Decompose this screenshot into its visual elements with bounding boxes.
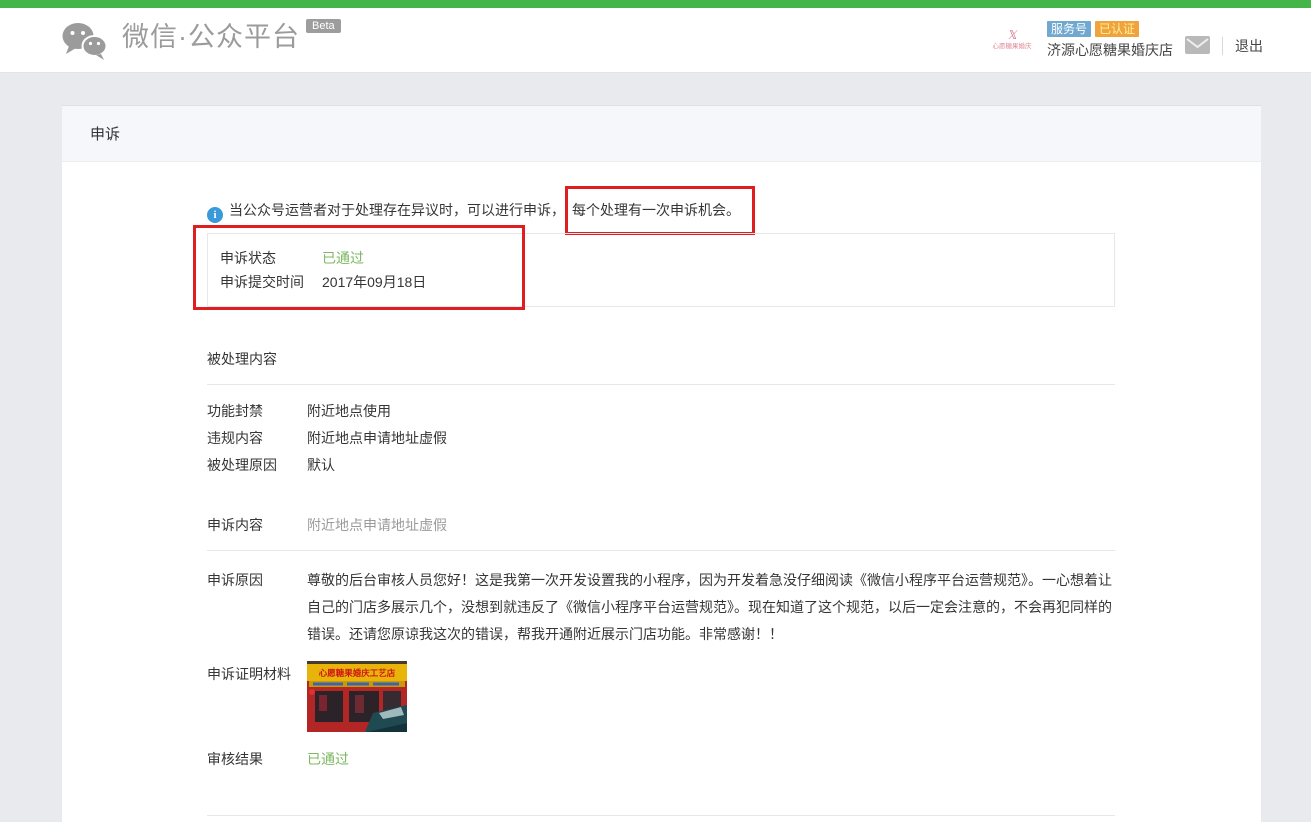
appeal-reason-label: 申诉原因	[207, 572, 263, 588]
appeal-reason-row: 申诉原因 尊敬的后台审核人员您好！这是我第一次开发设置我的小程序，因为开发着急没…	[207, 567, 1115, 648]
processed-row: 功能封禁 附近地点使用	[207, 398, 1115, 425]
appeal-content-row: 申诉内容 附近地点申请地址虚假	[207, 512, 1115, 539]
processed-row: 违规内容 附近地点申请地址虚假	[207, 425, 1115, 452]
processed-section-title: 被处理内容	[207, 351, 277, 367]
status-label: 申诉状态	[220, 250, 276, 266]
mail-icon[interactable]	[1185, 35, 1210, 57]
info-icon: i	[207, 207, 223, 223]
section-divider	[207, 550, 1115, 551]
status-row: 申诉提交时间 2017年09月18日	[220, 270, 1102, 294]
appeal-content-value: 附近地点申请地址虚假	[307, 517, 447, 533]
result-label: 审核结果	[207, 751, 263, 767]
wechat-logo-icon	[60, 21, 108, 64]
processed-row: 被处理原因 默认	[207, 452, 1115, 479]
beta-badge: Beta	[306, 18, 341, 33]
evidence-label: 申诉证明材料	[207, 666, 291, 682]
avatar-logo-mark: 𝕏	[1007, 28, 1017, 42]
result-row: 审核结果 已通过	[207, 746, 1115, 773]
evidence-photo-thumbnail[interactable]: 心愿糖果婚庆工艺店	[307, 661, 407, 732]
row-value: 默认	[307, 457, 335, 473]
row-label: 被处理原因	[207, 457, 277, 473]
status-value: 已通过	[322, 250, 364, 266]
brand-title: 微信·公众平台	[122, 21, 300, 52]
appeal-notice: i 当公众号运营者对于处理存在异议时，可以进行申诉， 每个处理有一次申诉机会。	[207, 186, 1115, 235]
top-accent-bar	[0, 0, 1311, 8]
service-account-badge: 服务号	[1047, 20, 1092, 37]
appeal-content-label: 申诉内容	[207, 517, 263, 533]
row-label: 功能封禁	[207, 403, 263, 419]
submit-time-value: 2017年09月18日	[322, 274, 427, 290]
logout-link[interactable]: 退出	[1235, 36, 1263, 56]
brand[interactable]: 微信·公众平台 Beta	[60, 17, 341, 64]
status-row: 申诉状态 已通过	[220, 246, 1102, 270]
row-value: 附近地点使用	[307, 403, 391, 419]
appeal-status-box: 申诉状态 已通过 申诉提交时间 2017年09月18日	[207, 233, 1115, 307]
page-title: 申诉	[62, 106, 1261, 162]
main-content: 申诉 i 当公众号运营者对于处理存在异议时，可以进行申诉， 每个处理有一次申诉机会。…	[0, 73, 1311, 822]
evidence-row: 申诉证明材料 心愿糖果婚庆工艺店	[207, 661, 1115, 732]
verified-badge: 已认证	[1095, 20, 1140, 37]
account-area: 𝕏 心愿糖果婚庆 服务号 已认证 济源心愿糖果婚庆店 退出	[987, 20, 1263, 60]
section-divider	[207, 384, 1115, 385]
appeal-card: 申诉 i 当公众号运营者对于处理存在异议时，可以进行申诉， 每个处理有一次申诉机会。…	[62, 105, 1261, 822]
account-name: 济源心愿糖果婚庆店	[1047, 41, 1173, 58]
submit-time-label: 申诉提交时间	[220, 274, 304, 290]
account-avatar[interactable]: 𝕏 心愿糖果婚庆	[987, 24, 1037, 56]
row-value: 附近地点申请地址虚假	[307, 430, 447, 446]
row-label: 违规内容	[207, 430, 263, 446]
notice-text: 当公众号运营者对于处理存在异议时，可以进行申诉，	[229, 202, 565, 218]
appeal-reason-text: 尊敬的后台审核人员您好！这是我第一次开发设置我的小程序，因为开发着急没仔细阅读《…	[307, 572, 1112, 642]
notice-highlight-red-box: 每个处理有一次申诉机会。	[565, 186, 755, 235]
app-header: 微信·公众平台 Beta 𝕏 心愿糖果婚庆 服务号 已认证 济源心愿糖果婚庆店 …	[0, 8, 1311, 73]
storefront-sign-text: 心愿糖果婚庆工艺店	[319, 668, 396, 678]
header-divider	[1222, 37, 1223, 55]
avatar-logo-text: 心愿糖果婚庆	[992, 43, 1032, 50]
result-value: 已通过	[307, 751, 349, 767]
